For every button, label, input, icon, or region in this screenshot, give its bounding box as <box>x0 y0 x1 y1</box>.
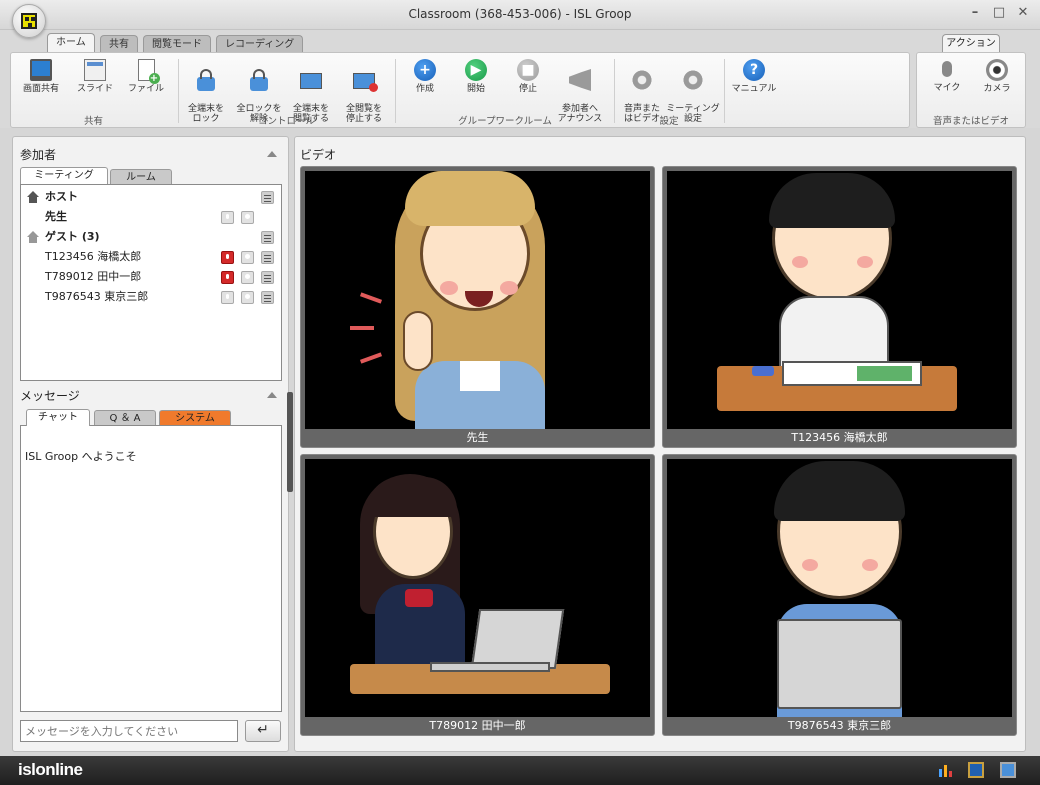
group-label-settings: 設定 <box>659 116 679 127</box>
file-button[interactable]: ファイル <box>118 59 174 94</box>
screen-share-button[interactable]: 画面共有 <box>13 59 69 94</box>
unlock-icon <box>250 69 268 91</box>
title-bar: Classroom (368-453-006) - ISL Groop – □ … <box>0 0 1040 30</box>
windows-icon[interactable] <box>1000 762 1016 778</box>
list-item[interactable]: T123456 海橋太郎 <box>21 247 279 267</box>
mic-icon[interactable] <box>221 271 234 284</box>
group-label-control: コントロール <box>257 116 315 127</box>
chat-area: ISL Groop へようこそ <box>20 425 282 712</box>
tab-recording[interactable]: レコーディング <box>216 35 304 53</box>
gear-icon <box>682 69 704 91</box>
screen-view-icon <box>300 73 322 89</box>
lock-icon <box>197 69 215 91</box>
video-title: ビデオ <box>300 148 337 162</box>
group-label-share: 共有 <box>83 116 103 127</box>
slide-button[interactable]: スライド <box>67 59 123 94</box>
status-bar: islonline <box>0 756 1040 785</box>
tab-chat[interactable]: チャット <box>26 409 90 426</box>
menu-icon[interactable] <box>261 271 274 284</box>
screen-icon[interactable] <box>968 762 984 778</box>
megaphone-icon <box>569 69 591 91</box>
video-tile-label: T789012 田中一郎 <box>429 719 526 732</box>
stop-icon: ■ <box>517 59 539 81</box>
host-group-row[interactable]: ホスト <box>21 187 279 207</box>
video-tile-label: T123456 海橋太郎 <box>791 431 888 444</box>
tab-view-mode[interactable]: 閲覧モード <box>143 35 211 53</box>
brand-logo: islonline <box>18 760 83 779</box>
message-input[interactable] <box>20 720 238 742</box>
person-icon[interactable] <box>241 251 254 264</box>
ribbon-actions: マイク カメラ 音声またはビデオ <box>916 52 1026 128</box>
tab-meeting[interactable]: ミーティング <box>20 167 108 184</box>
create-room-button[interactable]: + 作成 <box>397 59 453 94</box>
participants-title: 参加者 <box>20 148 57 162</box>
ribbon-tabs: ホーム 共有 閲覧モード レコーディング <box>0 30 1040 53</box>
file-add-icon <box>137 59 160 84</box>
menu-icon[interactable] <box>261 251 274 264</box>
group-label-groupwork: グループワークルーム <box>458 116 552 127</box>
video-feed <box>305 459 650 717</box>
guest-group-row[interactable]: ゲスト (3) <box>21 227 279 247</box>
plus-icon: + <box>414 59 436 81</box>
ribbon-home: 画面共有 スライド ファイル 共有 全端末を ロック 全ロックを 解除 全端末を… <box>10 52 910 128</box>
monitor-icon <box>30 59 52 81</box>
app-logo-icon[interactable] <box>12 4 46 38</box>
tab-share[interactable]: 共有 <box>100 35 138 53</box>
panel-splitter[interactable] <box>287 392 293 492</box>
video-tile-label: 先生 <box>466 431 489 444</box>
person-icon[interactable] <box>241 291 254 304</box>
camera-icon <box>986 59 1008 81</box>
mic-button[interactable]: マイク <box>919 59 975 93</box>
screen-stop-icon <box>353 73 378 92</box>
maximize-button[interactable]: □ <box>992 6 1006 20</box>
help-icon: ? <box>743 59 765 81</box>
video-tile[interactable]: T789012 田中一郎 <box>300 454 655 736</box>
participants-list: ホスト 先生 ゲスト (3) T123456 海橋太郎 T789012 田中一郎… <box>20 184 282 381</box>
messages-title: メッセージ <box>20 389 80 403</box>
send-button[interactable]: ↵ <box>245 720 281 742</box>
menu-icon[interactable] <box>261 291 274 304</box>
group-label-av: 音声またはビデオ <box>932 116 1009 127</box>
slide-icon <box>84 59 106 81</box>
tab-home[interactable]: ホーム <box>47 33 95 53</box>
av-gear-icon <box>631 69 653 91</box>
video-feed <box>667 171 1012 429</box>
video-feed <box>305 171 650 429</box>
mic-icon[interactable] <box>221 211 234 224</box>
list-item[interactable]: T9876543 東京三郎 <box>21 287 279 307</box>
tab-actions[interactable]: アクション <box>942 34 1000 53</box>
mic-icon <box>942 61 952 77</box>
list-item[interactable]: T789012 田中一郎 <box>21 267 279 287</box>
video-tile[interactable]: 先生 <box>300 166 655 448</box>
bar-chart-icon[interactable] <box>938 762 954 778</box>
mic-icon[interactable] <box>221 251 234 264</box>
mic-icon[interactable] <box>221 291 234 304</box>
window-title: Classroom (368-453-006) - ISL Groop <box>408 7 632 21</box>
start-room-button[interactable]: ▶ 開始 <box>448 59 504 94</box>
close-button[interactable]: ✕ <box>1016 6 1030 20</box>
video-tile-label: T9876543 東京三郎 <box>787 719 892 732</box>
messages-collapse-icon[interactable] <box>267 392 277 398</box>
menu-icon[interactable] <box>261 231 274 244</box>
person-icon[interactable] <box>241 271 254 284</box>
video-tile[interactable]: T9876543 東京三郎 <box>662 454 1017 736</box>
stop-room-button[interactable]: ■ 停止 <box>500 59 556 94</box>
minimize-button[interactable]: – <box>968 6 982 20</box>
host-icon <box>27 191 39 203</box>
video-feed <box>667 459 1012 717</box>
participants-collapse-icon[interactable] <box>267 151 277 157</box>
menu-icon[interactable] <box>261 191 274 204</box>
camera-button[interactable]: カメラ <box>969 59 1025 94</box>
guest-icon <box>27 231 39 243</box>
play-icon: ▶ <box>465 59 487 81</box>
manual-button[interactable]: ? マニュアル <box>726 59 782 94</box>
video-tile[interactable]: T123456 海橋太郎 <box>662 166 1017 448</box>
host-row[interactable]: 先生 <box>21 207 279 227</box>
chat-message: ISL Groop へようこそ <box>25 450 137 463</box>
person-icon[interactable] <box>241 211 254 224</box>
